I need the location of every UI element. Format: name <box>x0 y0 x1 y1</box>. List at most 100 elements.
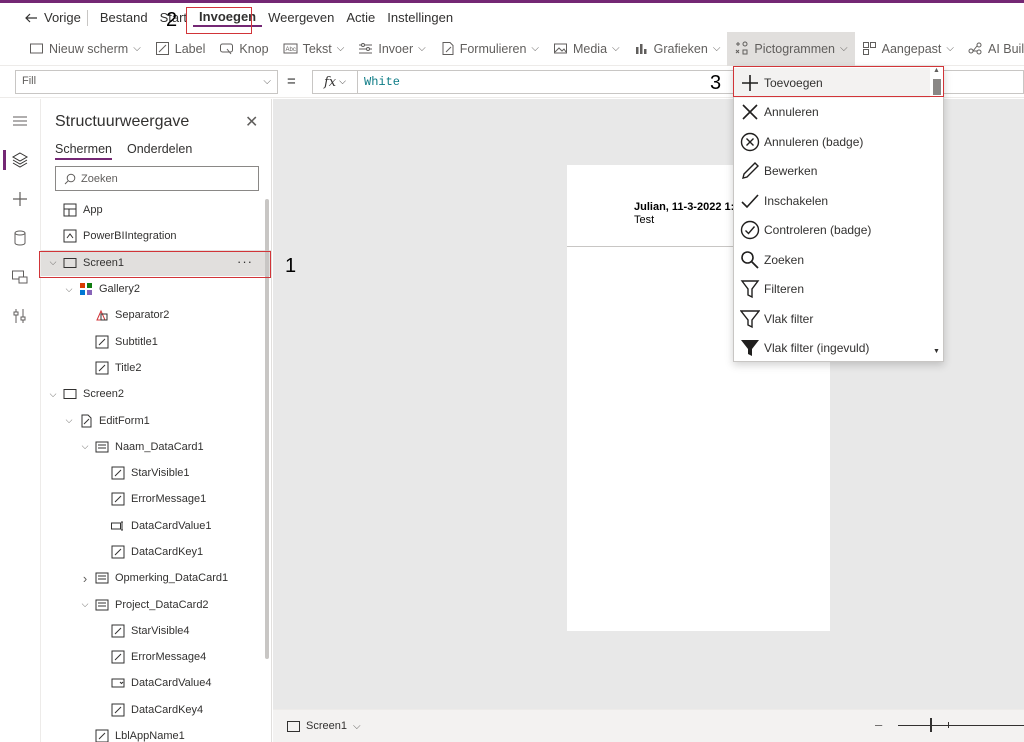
back-button[interactable]: Vorige <box>24 10 81 25</box>
new-screen-button[interactable]: Nieuw scherm ⌵ <box>22 32 148 66</box>
input-button-label: Invoer <box>378 41 414 56</box>
chevron-down-icon[interactable]: ⌵ <box>79 441 91 452</box>
tree-item[interactable]: DataCardValue1 <box>41 513 271 539</box>
tree-item[interactable]: DataCardValue4 <box>41 670 271 696</box>
zoom-slider-thumb[interactable] <box>930 718 932 732</box>
zoom-out-button[interactable]: – <box>875 717 882 732</box>
input-button[interactable]: Invoer ⌵ <box>351 32 432 66</box>
menu-bestand[interactable]: Bestand <box>94 10 154 25</box>
menu-actie[interactable]: Actie <box>340 10 381 25</box>
icon-option-label: Annuleren (badge) <box>764 134 864 149</box>
forms-button[interactable]: Formulieren ⌵ <box>433 32 546 66</box>
gallery-subtitle[interactable]: Test <box>634 214 654 226</box>
tree-scrollbar[interactable] <box>265 199 269 659</box>
scroll-up-icon[interactable]: ▲ <box>933 67 940 74</box>
chevron-down-icon[interactable]: ⌵ <box>63 415 75 426</box>
label-button[interactable]: Label <box>148 32 213 66</box>
media-button-label: Media <box>572 41 608 56</box>
tab-screens[interactable]: Schermen <box>55 142 112 160</box>
icon-option-check-badge[interactable]: Controleren (badge) <box>734 216 930 246</box>
tree-item[interactable]: PowerBIIntegration <box>41 223 271 249</box>
tree-item[interactable]: ⌵ Project_DataCard2 <box>41 591 271 617</box>
tree-item[interactable]: StarVisible1 <box>41 460 271 486</box>
tree-item[interactable]: Title2 <box>41 355 271 381</box>
icon-option-filter[interactable]: Filteren <box>734 275 930 305</box>
media-library-icon[interactable] <box>11 268 29 286</box>
tree-item[interactable]: ⌵ Screen1 ··· <box>41 249 271 276</box>
icon-option-cancel[interactable]: Annuleren <box>734 98 930 128</box>
more-options-icon[interactable]: ··· <box>237 254 253 269</box>
media-button[interactable]: Media ⌵ <box>546 32 627 66</box>
tree-item[interactable]: ErrorMessage4 <box>41 644 271 670</box>
tree-item[interactable]: Subtitle1 <box>41 328 271 354</box>
gallery-title[interactable]: Julian, 11-3-2022 1: <box>634 201 734 213</box>
icon-option-flat-filter[interactable]: Vlak filter <box>734 304 930 334</box>
datacard-icon <box>94 440 110 454</box>
icon-option-search[interactable]: Zoeken <box>734 245 930 275</box>
icons-dropdown: Toevoegen Annuleren Annuleren (badge) Bewer… <box>733 66 944 362</box>
text-button[interactable]: Abc Tekst ⌵ <box>276 32 352 66</box>
tree-item[interactable]: ⌵ Screen2 <box>41 381 271 407</box>
chevron-down-icon[interactable]: ⌵ <box>47 389 59 400</box>
menu-weergeven[interactable]: Weergeven <box>262 10 340 25</box>
add-icon[interactable] <box>11 190 29 208</box>
chevron-down-icon[interactable]: ⌵ <box>47 257 59 268</box>
custom-button[interactable]: Aangepast ⌵ <box>855 32 961 66</box>
tree-item[interactable]: LblAppName1 <box>41 723 271 742</box>
icon-option-label: Bewerken <box>764 164 818 179</box>
button-button-label: Knop <box>239 41 269 56</box>
chevron-down-icon[interactable]: ⌵ <box>79 599 91 610</box>
tree-item[interactable]: ⌵ EditForm1 <box>41 407 271 433</box>
tree-item[interactable]: › Opmerking_DataCard1 <box>41 565 271 591</box>
tree-item[interactable]: DataCardKey4 <box>41 697 271 723</box>
data-icon[interactable] <box>11 229 29 247</box>
tree-item[interactable]: Separator2 <box>41 302 271 328</box>
tree-item[interactable]: DataCardKey1 <box>41 539 271 565</box>
fx-button[interactable]: fx ⌵ <box>312 70 358 94</box>
icon-option-label: Annuleren <box>764 105 819 120</box>
icon-option-edit[interactable]: Bewerken <box>734 157 930 187</box>
tree-search-input[interactable]: Zoeken <box>55 166 259 191</box>
charts-button[interactable]: Grafieken ⌵ <box>627 32 728 66</box>
screen-selector[interactable]: Screen1 ⌵ <box>287 720 361 732</box>
tab-components[interactable]: Onderdelen <box>127 142 192 160</box>
icon-option-check[interactable]: Inschakelen <box>734 186 930 216</box>
icons-button[interactable]: Pictogrammen ⌵ <box>727 31 855 66</box>
chevron-down-icon[interactable]: ⌵ <box>63 284 75 295</box>
tools-icon[interactable] <box>11 307 29 325</box>
dropdown-icon <box>110 676 126 690</box>
tree-item[interactable]: StarVisible4 <box>41 618 271 644</box>
chevron-right-icon[interactable]: › <box>79 571 91 586</box>
screen-icon <box>62 256 78 270</box>
tree-item[interactable]: ⌵ Gallery2 <box>41 276 271 302</box>
icon-option-cancel-badge[interactable]: Annuleren (badge) <box>734 127 930 157</box>
custom-icon <box>862 42 876 55</box>
chevron-down-icon: ⌵ <box>531 43 539 54</box>
close-icon[interactable]: ✕ <box>245 112 258 132</box>
flat-filter-icon <box>740 309 760 329</box>
scroll-down-icon[interactable]: ▼ <box>933 348 940 355</box>
zoom-slider[interactable] <box>898 725 1024 726</box>
tree-item[interactable]: ⌵ Naam_DataCard1 <box>41 434 271 460</box>
property-selector[interactable]: Fill ⌵ <box>15 70 278 94</box>
tree-item-label: Subtitle1 <box>115 335 158 348</box>
icon-option-add[interactable]: Toevoegen <box>734 68 930 98</box>
zoom-slider-tick <box>948 722 949 728</box>
icon-option-label: Controleren (badge) <box>764 223 872 238</box>
button-button[interactable]: Knop <box>212 32 275 66</box>
tree-item-label: Gallery2 <box>99 283 140 296</box>
icons-gallery-icon <box>736 41 748 55</box>
chart-icon <box>635 44 647 54</box>
menu-invoegen[interactable]: Invoegen <box>193 9 263 27</box>
tree-item[interactable]: ErrorMessage1 <box>41 486 271 512</box>
edit-icon <box>740 161 760 181</box>
check-icon <box>740 191 760 211</box>
dropdown-scroll-thumb[interactable] <box>933 79 941 95</box>
tree-item[interactable]: App <box>41 197 271 223</box>
menu-instellingen[interactable]: Instellingen <box>381 10 459 25</box>
tree-view-icon[interactable] <box>11 151 29 169</box>
hamburger-icon[interactable] <box>11 112 29 130</box>
icon-option-flat-filter-filled[interactable]: Vlak filter (ingevuld) <box>734 334 930 364</box>
dropdown-scrollbar[interactable]: ▲ ▼ <box>931 67 943 361</box>
ai-builder-button[interactable]: AI Builder <box>961 32 1024 66</box>
